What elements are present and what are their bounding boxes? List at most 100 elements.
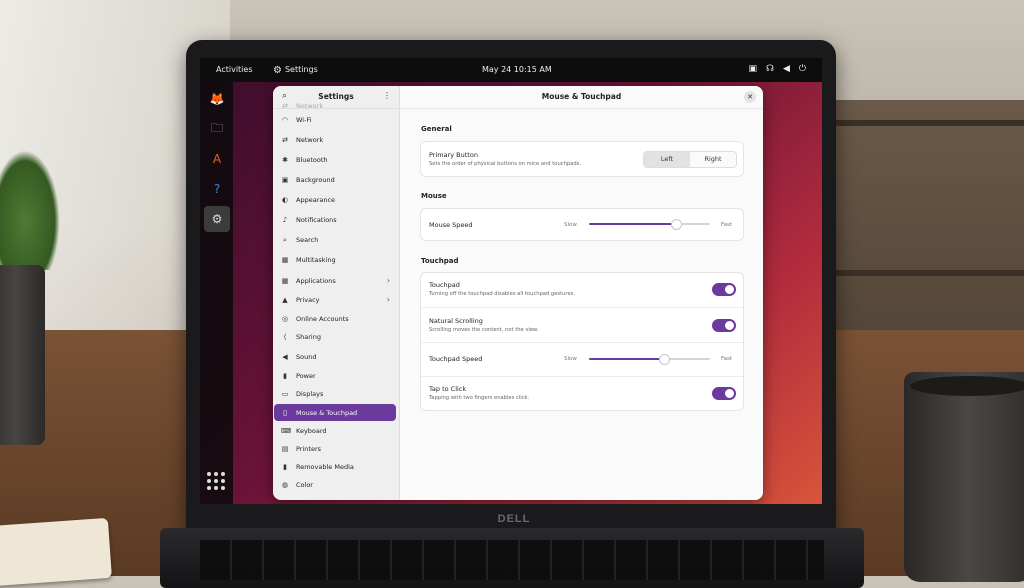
plant [0,150,60,270]
help-icon[interactable]: ? [208,180,226,198]
show-apps-icon[interactable] [207,472,225,490]
sidebar-item-sound[interactable]: ◀ Sound [274,348,396,365]
mouse-card: Mouse Speed Slow Fast [420,208,744,241]
sidebar-item-mouse-touchpad[interactable]: ▯ Mouse & Touchpad [274,404,396,421]
mouse-speed-row: Mouse Speed Slow Fast [421,209,743,240]
primary-button-right[interactable]: Right [690,152,736,167]
top-bar: Activities ⚙ Settings May 24 10:15 AM ▣ ☊… [200,58,822,82]
sidebar-item-label: Displays [296,389,324,398]
touchpad-speed-label: Touchpad Speed [429,355,483,363]
removable-media-icon: ▮ [283,462,287,471]
sidebar-item-displays[interactable]: ▭ Displays [274,385,396,402]
touchpad-switch[interactable] [712,283,736,296]
sidebar-item-online-accounts[interactable]: ◎ Online Accounts [274,310,396,327]
firefox-icon[interactable]: 🦊 [208,90,226,108]
tap-to-click-row: Tap to Click Tapping with two fingers en… [421,376,743,411]
sidebar-item-label: Color [296,480,313,489]
sidebar-list: ⇄ Network ◠ Wi-Fi ⇄ Network ✱ Bluetooth ▣ Backgro… [273,102,399,500]
mouse-icon: ▯ [283,408,287,417]
screen-icon[interactable]: ▣ [748,64,757,74]
section-mouse: Mouse [421,192,447,200]
sidebar-item-printers[interactable]: ▤ Printers [274,440,396,457]
natural-scrolling-desc: Scrolling moves the content, not the vie… [429,327,539,333]
primary-button-desc: Sets the order of physical buttons on mi… [429,161,581,167]
accessibility-icon[interactable]: ☊ [766,64,774,74]
mouse-speed-min: Slow [564,222,577,228]
close-button[interactable]: ✕ [744,91,756,103]
multitasking-icon: ▦ [281,255,289,264]
primary-button-left[interactable]: Left [644,152,690,167]
sidebar-item-search[interactable]: ⌕ Search [274,231,396,248]
sidebar-item-sharing[interactable]: ⟨ Sharing [274,328,396,345]
slider-knob[interactable] [659,354,671,365]
sidebar-item-label: Search [296,235,319,244]
files-icon[interactable]: 🗀 [208,120,226,138]
color-icon: ◍ [281,480,289,489]
switch-knob [725,389,734,398]
natural-scrolling-label: Natural Scrolling [429,317,483,325]
app-center-icon[interactable]: A [208,150,226,168]
sidebar-item-background[interactable]: ▣ Background [274,171,396,188]
sidebar-item-label: Printers [296,444,322,453]
gear-icon: ⚙ [273,65,282,76]
sidebar-item-privacy[interactable]: ▲ Privacy › [274,291,396,308]
chevron-right-icon: › [386,295,390,304]
background-icon: ▣ [281,175,289,184]
share-icon: ⟨ [283,332,287,341]
sidebar-item-applications[interactable]: ▦ Applications › [274,272,396,289]
mouse-speed-max: Fast [721,222,733,228]
sidebar-item-appearance[interactable]: ◐ Appearance [274,191,396,208]
switch-knob [725,321,734,330]
search-icon: ⌕ [283,235,287,244]
bell-icon: ♪ [282,215,288,224]
status-area[interactable]: ▣ ☊ ◀ ⏻ [748,64,806,74]
sidebar-item-keyboard[interactable]: ⌨ Keyboard [274,422,396,439]
sidebar-item-color[interactable]: ◍ Color [274,476,396,493]
activities-button[interactable]: Activities [216,65,253,74]
sidebar-item-label: Online Accounts [296,314,349,323]
sidebar-item-label: Network [296,101,324,110]
clock[interactable]: May 24 10:15 AM [482,65,552,74]
primary-button-label: Primary Button [429,151,478,159]
plant-pot [0,265,45,445]
wifi-icon: ◠ [281,115,289,124]
applications-icon: ▦ [281,276,289,285]
keyboard-icon: ⌨ [281,426,292,435]
tap-to-click-label: Tap to Click [429,385,467,393]
primary-button-toggle[interactable]: Left Right [643,151,737,168]
slider-knob[interactable] [671,219,683,230]
settings-icon[interactable]: ⚙ [204,206,230,232]
laptop-brand: DELL [497,513,531,525]
sidebar-item-bluetooth[interactable]: ✱ Bluetooth [274,151,396,168]
slider-fill [589,223,677,225]
slider-fill [589,358,665,360]
app-menu[interactable]: ⚙ Settings [273,65,318,76]
sidebar-item-label: Bluetooth [296,155,328,164]
sidebar-item-label: Privacy [296,295,320,304]
switch-knob [725,285,734,294]
sidebar-item-multitasking[interactable]: ▦ Multitasking [274,251,396,268]
bluetooth-icon: ✱ [282,155,288,164]
power-icon[interactable]: ⏻ [799,64,806,74]
touchpad-speed-slider[interactable] [589,353,710,365]
mouse-speed-slider[interactable] [589,218,710,230]
sidebar-item-label: Background [296,175,335,184]
primary-button-row: Primary Button Sets the order of physica… [421,142,743,176]
touchpad-speed-min: Slow [564,356,577,362]
sidebar-item-label: Sound [296,352,317,361]
sidebar-item-notifications[interactable]: ♪ Notifications [274,211,396,228]
sidebar-item-label: Notifications [296,215,337,224]
sidebar-item-wi-fi[interactable]: ◠ Wi-Fi [274,111,396,128]
sidebar-item-label: Power [296,371,316,380]
sidebar-item-power[interactable]: ▮ Power [274,367,396,384]
printer-icon: ▤ [281,444,289,453]
sidebar-item-removable-media[interactable]: ▮ Removable Media [274,458,396,475]
sidebar-item-label: Sharing [296,332,321,341]
natural-scrolling-switch[interactable] [712,319,736,332]
settings-window: ⌕ Settings ⋮ ⇄ Network ◠ Wi-Fi ⇄ Network ✱ Blue… [273,86,763,500]
volume-icon[interactable]: ◀ [783,64,790,74]
tap-to-click-switch[interactable] [712,387,736,400]
accounts-icon: ◎ [281,314,289,323]
sidebar-item-label: Mouse & Touchpad [296,408,358,417]
sidebar-item-network[interactable]: ⇄ Network [274,131,396,148]
